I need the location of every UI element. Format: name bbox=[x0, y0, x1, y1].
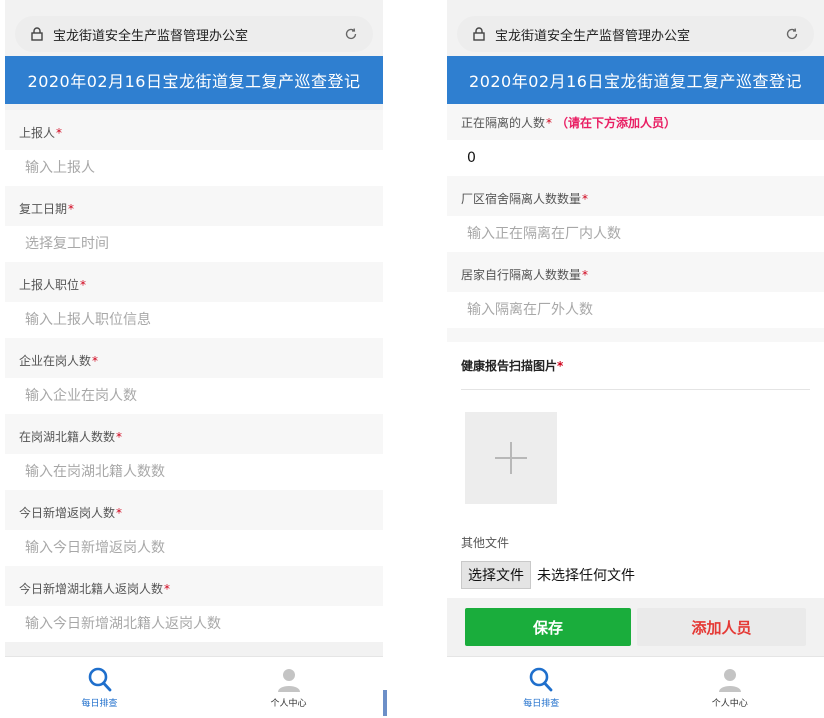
search-icon bbox=[529, 667, 553, 692]
spacer bbox=[447, 328, 824, 342]
form: 正在隔离的人数* （请在下方添加人员） 0 厂区宿舍隔离人数数量* 输入正在隔离在… bbox=[447, 104, 824, 598]
field-reporter: 上报人* 输入上报人 bbox=[5, 110, 383, 186]
required-mark: * bbox=[80, 278, 87, 292]
left-screen: 宝龙街道安全生产监督管理办公室 2020年02月16日宝龙街道复工复产巡查登记 … bbox=[5, 0, 383, 718]
reload-icon[interactable] bbox=[784, 26, 800, 42]
isolating-count-input[interactable]: 0 bbox=[447, 140, 824, 176]
field-reporter-position: 上报人职位* 输入上报人职位信息 bbox=[5, 262, 383, 338]
field-label: 正在隔离的人数 bbox=[461, 116, 546, 130]
right-screen: 宝龙街道安全生产监督管理办公室 2020年02月16日宝龙街道复工复产巡查登记 … bbox=[447, 0, 824, 718]
tab-profile[interactable]: 个人中心 bbox=[194, 657, 383, 718]
dorm-isolation-input[interactable]: 输入正在隔离在厂内人数 bbox=[447, 216, 824, 252]
tab-label: 每日排查 bbox=[81, 699, 118, 709]
new-hubei-returnees-input[interactable]: 输入今日新增湖北籍人返岗人数 bbox=[5, 606, 383, 642]
divider bbox=[383, 690, 387, 716]
required-mark: * bbox=[582, 192, 589, 206]
field-new-hubei-returnees: 今日新增湖北籍人返岗人数* 输入今日新增湖北籍人返岗人数 bbox=[5, 566, 383, 642]
field-home-isolation: 居家自行隔离人数数量* 输入隔离在厂外人数 bbox=[447, 252, 824, 328]
hubei-onduty-input[interactable]: 输入在岗湖北籍人数数 bbox=[5, 454, 383, 490]
tab-bar: 每日排查 个人中心 bbox=[5, 656, 383, 718]
required-mark: * bbox=[164, 582, 171, 596]
field-label: 上报人 bbox=[19, 126, 56, 140]
field-new-returnees: 今日新增返岗人数* 输入今日新增返岗人数 bbox=[5, 490, 383, 566]
form: 上报人* 输入上报人 复工日期* 选择复工时间 上报人职位* 输入上报人职位信息… bbox=[5, 110, 383, 656]
required-mark: * bbox=[582, 268, 589, 282]
page-title: 2020年02月16日宝龙街道复工复产巡查登记 bbox=[447, 56, 824, 104]
field-label: 厂区宿舍隔离人数数量 bbox=[461, 192, 582, 206]
field-label: 上报人职位 bbox=[19, 278, 80, 292]
reporter-position-input[interactable]: 输入上报人职位信息 bbox=[5, 302, 383, 338]
home-isolation-input[interactable]: 输入隔离在厂外人数 bbox=[447, 292, 824, 328]
field-hubei-onduty: 在岗湖北籍人数数* 输入在岗湖北籍人数数 bbox=[5, 414, 383, 490]
required-mark: * bbox=[68, 202, 75, 216]
field-dorm-isolation: 厂区宿舍隔离人数数量* 输入正在隔离在厂内人数 bbox=[447, 176, 824, 252]
file-picker: 选择文件 未选择任何文件 bbox=[447, 555, 824, 598]
field-label: 今日新增湖北籍人返岗人数 bbox=[19, 582, 164, 596]
image-upload-button[interactable] bbox=[465, 412, 557, 504]
tab-label: 个人中心 bbox=[711, 699, 748, 709]
field-label: 今日新增返岗人数 bbox=[19, 506, 116, 520]
field-label: 复工日期 bbox=[19, 202, 68, 216]
resume-date-picker[interactable]: 选择复工时间 bbox=[5, 226, 383, 262]
tab-label: 个人中心 bbox=[270, 699, 307, 709]
required-mark: * bbox=[546, 116, 553, 130]
add-person-note: （请在下方添加人员） bbox=[556, 116, 677, 130]
onduty-count-input[interactable]: 输入企业在岗人数 bbox=[5, 378, 383, 414]
field-resume-date: 复工日期* 选择复工时间 bbox=[5, 186, 383, 262]
reporter-input[interactable]: 输入上报人 bbox=[5, 150, 383, 186]
action-bar: 保存 添加人员 bbox=[447, 598, 824, 654]
tab-bar: 每日排查 个人中心 bbox=[447, 656, 824, 718]
address-bar[interactable]: 宝龙街道安全生产监督管理办公室 bbox=[457, 16, 814, 52]
field-label: 在岗湖北籍人数数 bbox=[19, 430, 116, 444]
address-url: 宝龙街道安全生产监督管理办公室 bbox=[495, 28, 691, 44]
choose-file-button[interactable]: 选择文件 bbox=[461, 561, 531, 589]
tab-daily-check[interactable]: 每日排查 bbox=[5, 657, 194, 718]
health-report-section: 健康报告扫描图片* bbox=[447, 342, 824, 520]
address-bar[interactable]: 宝龙街道安全生产监督管理办公室 bbox=[15, 16, 373, 52]
required-mark: * bbox=[116, 506, 123, 520]
required-mark: * bbox=[116, 430, 123, 444]
required-mark: * bbox=[557, 359, 564, 373]
lock-icon bbox=[31, 27, 43, 41]
field-label: 企业在岗人数 bbox=[19, 354, 92, 368]
no-file-text: 未选择任何文件 bbox=[537, 568, 635, 584]
required-mark: * bbox=[92, 354, 99, 368]
tab-daily-check[interactable]: 每日排查 bbox=[447, 657, 636, 718]
required-mark: * bbox=[56, 126, 63, 140]
field-onduty-count: 企业在岗人数* 输入企业在岗人数 bbox=[5, 338, 383, 414]
page-title: 2020年02月16日宝龙街道复工复产巡查登记 bbox=[5, 56, 383, 104]
reload-icon[interactable] bbox=[343, 26, 359, 42]
user-icon bbox=[718, 669, 741, 692]
new-returnees-input[interactable]: 输入今日新增返岗人数 bbox=[5, 530, 383, 566]
lock-icon bbox=[473, 27, 485, 41]
tab-label: 每日排查 bbox=[523, 699, 560, 709]
other-files-label: 其他文件 bbox=[447, 520, 824, 555]
user-icon bbox=[277, 669, 300, 692]
address-url: 宝龙街道安全生产监督管理办公室 bbox=[53, 28, 249, 44]
field-isolating-count: 正在隔离的人数* （请在下方添加人员） 0 bbox=[447, 104, 824, 176]
tab-profile[interactable]: 个人中心 bbox=[636, 657, 824, 718]
save-button[interactable]: 保存 bbox=[465, 608, 631, 646]
health-report-title: 健康报告扫描图片 bbox=[461, 359, 558, 373]
search-icon bbox=[88, 667, 111, 692]
field-label: 居家自行隔离人数数量 bbox=[461, 268, 582, 282]
add-person-button[interactable]: 添加人员 bbox=[637, 608, 806, 646]
